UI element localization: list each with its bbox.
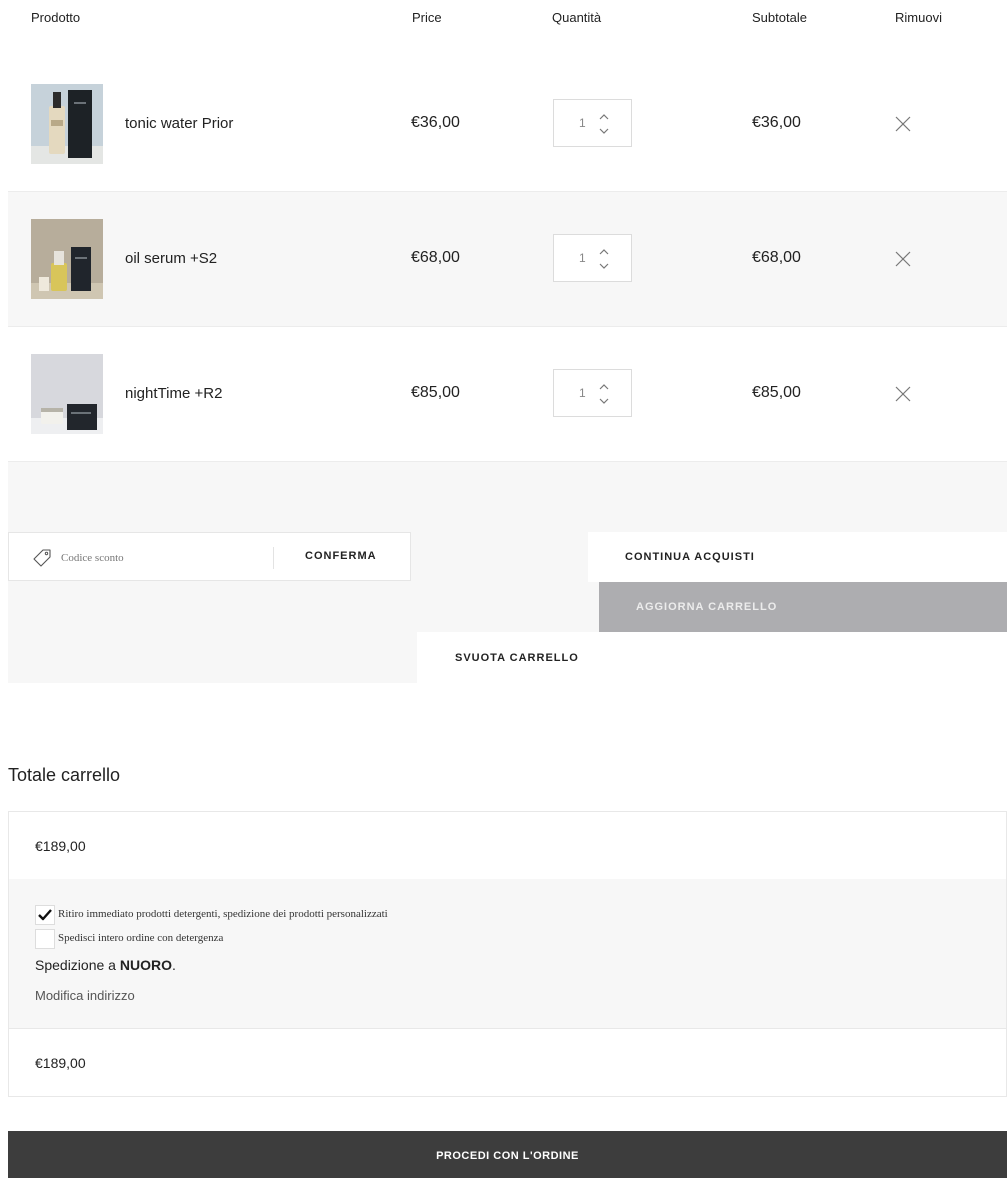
quantity-value[interactable]: 1 (579, 251, 586, 265)
quantity-stepper[interactable]: 1 (553, 234, 632, 282)
shipping-option-checkbox[interactable] (35, 905, 55, 925)
shipping-option-label[interactable]: Ritiro immediato prodotti detergenti, sp… (58, 908, 388, 920)
shipping-option-label[interactable]: Spedisci intero ordine con detergenza (58, 932, 223, 944)
coupon-form: CONFERMA (8, 532, 411, 581)
checkmark-icon (38, 909, 52, 921)
shipping-destination-suffix: . (171, 957, 176, 973)
product-name[interactable]: nightTime +R2 (125, 385, 222, 402)
divider (273, 547, 274, 569)
checkout-button[interactable]: PROCEDI CON L'ORDINE (8, 1131, 1007, 1178)
product-price: €85,00 (411, 384, 460, 401)
empty-cart-label: SVUOTA CARRELLO (455, 652, 579, 664)
modify-address-link[interactable]: Modifica indirizzo (35, 988, 135, 1003)
product-image[interactable] (31, 219, 103, 299)
stepper-arrows-icon[interactable] (598, 246, 610, 272)
header-remove: Rimuovi (895, 10, 942, 25)
quantity-stepper[interactable]: 1 (553, 369, 632, 417)
cart-row: oil serum +S2 €68,00 1 €68,00 (8, 192, 1007, 327)
header-subtotal: Subtotale (752, 10, 807, 25)
product-subtotal: €36,00 (752, 114, 801, 131)
update-cart-button[interactable]: AGGIORNA CARRELLO (599, 582, 1007, 632)
stepper-arrows-icon[interactable] (598, 381, 610, 407)
product-name[interactable]: tonic water Prior (125, 115, 233, 132)
product-image[interactable] (31, 354, 103, 434)
shipping-destination-prefix: Spedizione a (35, 957, 120, 973)
cart-row: nightTime +R2 €85,00 1 €85,00 (8, 327, 1007, 462)
shipping-city: NUORO (119, 957, 172, 973)
cart-total: €189,00 (35, 1055, 86, 1071)
stepper-arrows-icon[interactable] (598, 111, 610, 137)
product-subtotal: €85,00 (752, 384, 801, 401)
close-icon[interactable] (894, 250, 912, 268)
subtotal-row: €189,00 (8, 811, 1007, 880)
quantity-stepper[interactable]: 1 (553, 99, 632, 147)
checkout-label: PROCEDI CON L'ORDINE (436, 1150, 579, 1162)
total-row: €189,00 (8, 1028, 1007, 1097)
continue-shopping-button[interactable]: CONTINUA ACQUISTI (588, 532, 1007, 582)
product-image[interactable] (31, 84, 103, 164)
header-product: Prodotto (31, 10, 81, 25)
shipping-option-checkbox[interactable] (35, 929, 55, 949)
header-quantity: Quantità (552, 10, 602, 25)
cart-subtotal: €189,00 (35, 838, 86, 854)
tag-icon (33, 549, 51, 567)
product-subtotal: €68,00 (752, 249, 801, 266)
shipping-destination: Spedizione a NUORO. (35, 957, 176, 973)
quantity-value[interactable]: 1 (579, 116, 586, 130)
continue-shopping-label: CONTINUA ACQUISTI (625, 551, 755, 563)
update-cart-label: AGGIORNA CARRELLO (636, 601, 778, 613)
shipping-section: Ritiro immediato prodotti detergenti, sp… (8, 879, 1007, 1029)
quantity-value[interactable]: 1 (579, 386, 586, 400)
cart-row: tonic water Prior €36,00 1 €36,00 (8, 57, 1007, 192)
product-price: €68,00 (411, 249, 460, 266)
coupon-input[interactable] (61, 548, 261, 568)
header-price: Price (412, 10, 442, 25)
empty-cart-button[interactable]: SVUOTA CARRELLO (417, 632, 1007, 683)
apply-coupon-button[interactable]: CONFERMA (305, 550, 377, 562)
totals-title: Totale carrello (8, 765, 121, 785)
product-name[interactable]: oil serum +S2 (125, 250, 217, 267)
product-price: €36,00 (411, 114, 460, 131)
close-icon[interactable] (894, 115, 912, 133)
close-icon[interactable] (894, 385, 912, 403)
